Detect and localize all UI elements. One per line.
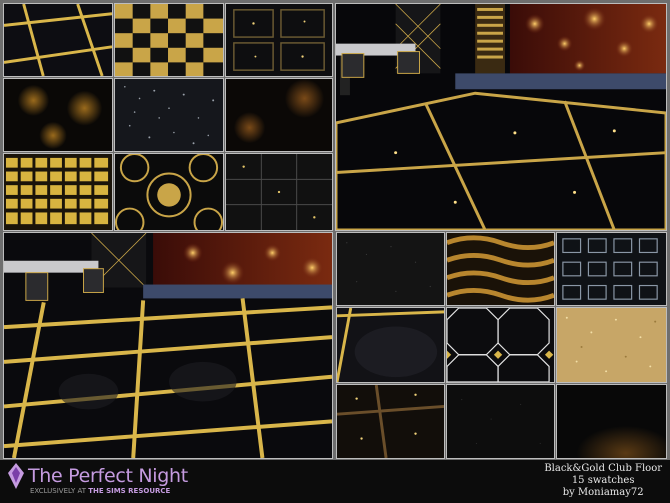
brand-title: The Perfect Night: [28, 465, 188, 487]
swatch-black-glow: [556, 384, 667, 459]
swatch-amber-glow: [3, 78, 113, 152]
floor-render-closeup: [3, 232, 333, 459]
swatch-octagon-tile: [446, 307, 555, 383]
swatch-silver-glitter: [114, 78, 224, 152]
swatch-gold-checker: [114, 3, 224, 77]
swatch-greek-key: [556, 232, 667, 306]
caption-swatch-count: 15 swatches: [571, 475, 635, 486]
diamond-logo-icon: [8, 463, 24, 489]
swatch-gold-mosaic: [3, 153, 113, 231]
swatch-vip-emblem: [114, 153, 224, 231]
swatch-dark-tiles-sparkle: [225, 3, 333, 77]
brand-subtitle-prefix: EXCLUSIVELY AT: [30, 487, 86, 495]
room-render-bar: [335, 3, 667, 231]
brand-logo: The Perfect Night: [8, 463, 188, 489]
swatch-gold-frame: [336, 307, 445, 383]
swatch-gold-grid-lines: [3, 3, 113, 77]
footer-bar: The Perfect Night EXCLUSIVELY AT THE SIM…: [0, 460, 670, 503]
swatch-gold-glitter: [556, 307, 667, 383]
swatch-dark-grid-sparkle: [225, 153, 333, 231]
swatch-dark-carpet: [336, 232, 445, 306]
brand-subtitle-name: THE SIMS RESOURCE: [88, 487, 171, 495]
caption-title: Black&Gold Club Floor: [544, 463, 662, 474]
swatch-bronze-panels: [336, 384, 445, 459]
brand-subtitle: EXCLUSIVELY AT THE SIMS RESOURCE: [30, 487, 170, 495]
swatch-black-fine: [446, 384, 555, 459]
swatch-warm-bokeh: [225, 78, 333, 152]
caption-author: by Moniamay72: [562, 487, 644, 498]
swatch-gold-waves: [446, 232, 555, 306]
product-caption: Black&Gold Club Floor 15 swatches by Mon…: [544, 463, 662, 499]
